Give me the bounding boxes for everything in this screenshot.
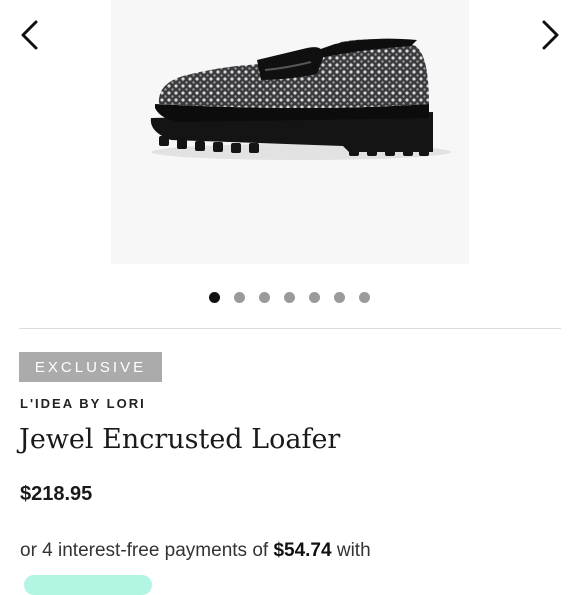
previous-image-button[interactable] (14, 18, 44, 52)
section-divider (19, 328, 561, 329)
pagination-dot-2[interactable] (234, 292, 245, 303)
pagination-dot-5[interactable] (309, 292, 320, 303)
product-image[interactable] (111, 0, 469, 264)
next-image-button[interactable] (536, 18, 566, 52)
installment-offer: or 4 interest-free payments of $54.74 wi… (20, 540, 371, 562)
product-price: $218.95 (20, 483, 93, 505)
loafer-image (150, 38, 451, 160)
product-title: Jewel Encrusted Loafer (19, 424, 341, 455)
product-gallery (0, 0, 580, 310)
exclusive-badge: EXCLUSIVE (19, 352, 162, 382)
installment-prefix: or 4 interest-free payments of (20, 540, 274, 561)
chevron-right-icon (542, 20, 559, 50)
image-pagination-dots (208, 292, 376, 304)
pagination-dot-3[interactable] (259, 292, 270, 303)
pagination-dot-4[interactable] (284, 292, 295, 303)
payment-provider-badge[interactable] (24, 575, 152, 595)
installment-amount: $54.74 (273, 540, 332, 561)
pagination-dot-1[interactable] (209, 292, 220, 303)
pagination-dot-7[interactable] (359, 292, 370, 303)
pagination-dot-6[interactable] (334, 292, 345, 303)
installment-suffix: with (331, 540, 371, 561)
brand-name[interactable]: L'IDEA BY LORI (20, 396, 146, 411)
chevron-left-icon (21, 20, 38, 50)
